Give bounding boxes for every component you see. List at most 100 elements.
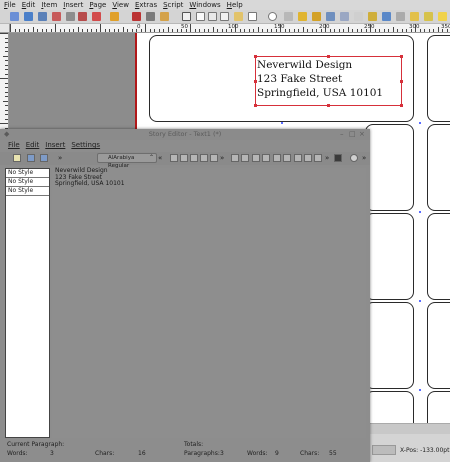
more-icon[interactable]: « [158, 154, 162, 163]
zoom-icon[interactable] [340, 12, 349, 21]
underline-words-icon[interactable] [241, 154, 249, 162]
measure-icon[interactable] [410, 12, 419, 21]
stroke-color-icon[interactable] [350, 154, 358, 162]
copy-icon[interactable] [146, 12, 155, 21]
menu-extras[interactable]: Extras [135, 0, 157, 10]
menu-edit[interactable]: Edit [22, 0, 36, 10]
menu-item[interactable]: Item [41, 0, 57, 10]
reload-text-icon[interactable] [27, 154, 35, 162]
more-icon[interactable]: » [362, 154, 366, 163]
fill-color-icon[interactable] [334, 154, 342, 162]
align-forced-icon[interactable] [210, 154, 218, 162]
rotate-icon[interactable] [326, 12, 335, 21]
clear-text-icon[interactable] [13, 154, 21, 162]
all-caps-icon[interactable] [273, 154, 281, 162]
ruler-tick [59, 29, 61, 32]
ruler-tick [46, 29, 47, 32]
update-frame-icon[interactable] [40, 154, 48, 162]
story-editor-titlebar[interactable]: ◆ Story Editor - Text1 (*) – □ × [0, 129, 370, 140]
style-row[interactable]: No Style [6, 178, 49, 187]
menu-script[interactable]: Script [163, 0, 183, 10]
ruler-tick [19, 29, 20, 32]
total-chars-label: Chars: [300, 450, 320, 457]
se-menu-edit[interactable]: Edit [26, 141, 40, 151]
small-caps-icon[interactable] [283, 154, 291, 162]
align-left-icon[interactable] [170, 154, 178, 162]
strikethrough-icon[interactable] [294, 154, 302, 162]
paragraph-style-panel[interactable]: No Style No Style No Style [5, 168, 50, 438]
eyedropper-icon[interactable] [438, 12, 447, 21]
resize-handle[interactable] [400, 55, 403, 58]
ruler-tick [5, 42, 8, 43]
render-frame-icon[interactable] [220, 12, 229, 21]
copy-properties-icon[interactable] [424, 12, 433, 21]
polygon-icon[interactable] [268, 12, 277, 21]
close-doc-icon[interactable] [52, 12, 61, 21]
freehand-icon[interactable] [312, 12, 321, 21]
subscript-icon[interactable] [252, 154, 260, 162]
link-frames-icon[interactable] [382, 12, 391, 21]
ruler-tick [302, 27, 304, 32]
style-row[interactable]: No Style [6, 187, 49, 196]
superscript-icon[interactable] [262, 154, 270, 162]
table-icon[interactable] [234, 12, 243, 21]
underline-icon[interactable] [231, 154, 239, 162]
align-right-icon[interactable] [190, 154, 198, 162]
maximize-icon[interactable]: □ [349, 130, 356, 138]
menu-page[interactable]: Page [89, 0, 106, 10]
menu-help[interactable]: Help [227, 0, 243, 10]
open-icon[interactable] [24, 12, 33, 21]
more-icon[interactable]: » [58, 154, 62, 163]
horizontal-ruler[interactable]: 0 50 100 150 200 250 300 350 [10, 24, 450, 33]
outline-icon[interactable] [304, 154, 312, 162]
minimize-icon[interactable]: – [340, 130, 344, 138]
menu-file[interactable]: File [4, 0, 16, 10]
main-toolbar [0, 10, 450, 24]
unlink-frames-icon[interactable] [396, 12, 405, 21]
edit-text-icon[interactable] [354, 12, 363, 21]
align-block-icon[interactable] [200, 154, 208, 162]
resize-handle[interactable] [400, 104, 403, 107]
menu-insert[interactable]: Insert [63, 0, 83, 10]
style-row[interactable]: No Style [6, 169, 49, 178]
font-selector[interactable]: AlArabiya Regular ⌃ [97, 153, 157, 169]
cut-icon[interactable] [132, 12, 141, 21]
more-icon[interactable]: » [325, 154, 329, 163]
story-editor-icon[interactable] [368, 12, 377, 21]
story-text-editor[interactable]: Neverwild Design 123 Fake Street Springf… [52, 167, 366, 438]
new-document-icon[interactable] [10, 12, 19, 21]
horizontal-scrollbar[interactable] [370, 423, 450, 434]
ruler-tick [226, 29, 227, 32]
shape-icon[interactable] [248, 12, 257, 21]
save-icon[interactable] [38, 12, 47, 21]
ruler-corner[interactable] [0, 24, 10, 33]
ruler-tick [5, 87, 8, 88]
line-icon[interactable] [284, 12, 293, 21]
text-frame-icon[interactable] [196, 12, 205, 21]
ruler-tick [275, 29, 277, 32]
menu-view[interactable]: View [112, 0, 129, 10]
pdf-export-icon[interactable] [92, 12, 101, 21]
se-menu-insert[interactable]: Insert [45, 141, 65, 151]
se-menu-file[interactable]: File [8, 141, 20, 151]
menu-windows[interactable]: Windows [189, 0, 220, 10]
select-tool-icon[interactable] [182, 12, 191, 21]
undo-icon[interactable] [110, 12, 119, 21]
ruler-tick [136, 29, 137, 32]
close-icon[interactable]: × [359, 130, 365, 138]
resize-handle[interactable] [400, 80, 403, 83]
ruler-tick [0, 33, 8, 34]
preflight-icon[interactable] [78, 12, 87, 21]
align-center-icon[interactable] [180, 154, 188, 162]
paste-icon[interactable] [160, 12, 169, 21]
se-menu-settings[interactable]: Settings [71, 141, 100, 151]
more-icon[interactable]: » [220, 154, 224, 163]
resize-handle[interactable] [254, 104, 257, 107]
bezier-icon[interactable] [298, 12, 307, 21]
layer-selector[interactable] [372, 445, 396, 455]
print-icon[interactable] [66, 12, 75, 21]
image-frame-icon[interactable] [208, 12, 217, 21]
resize-handle[interactable] [327, 104, 330, 107]
address-line: 123 Fake Street [257, 73, 343, 85]
shadow-icon[interactable] [314, 154, 322, 162]
